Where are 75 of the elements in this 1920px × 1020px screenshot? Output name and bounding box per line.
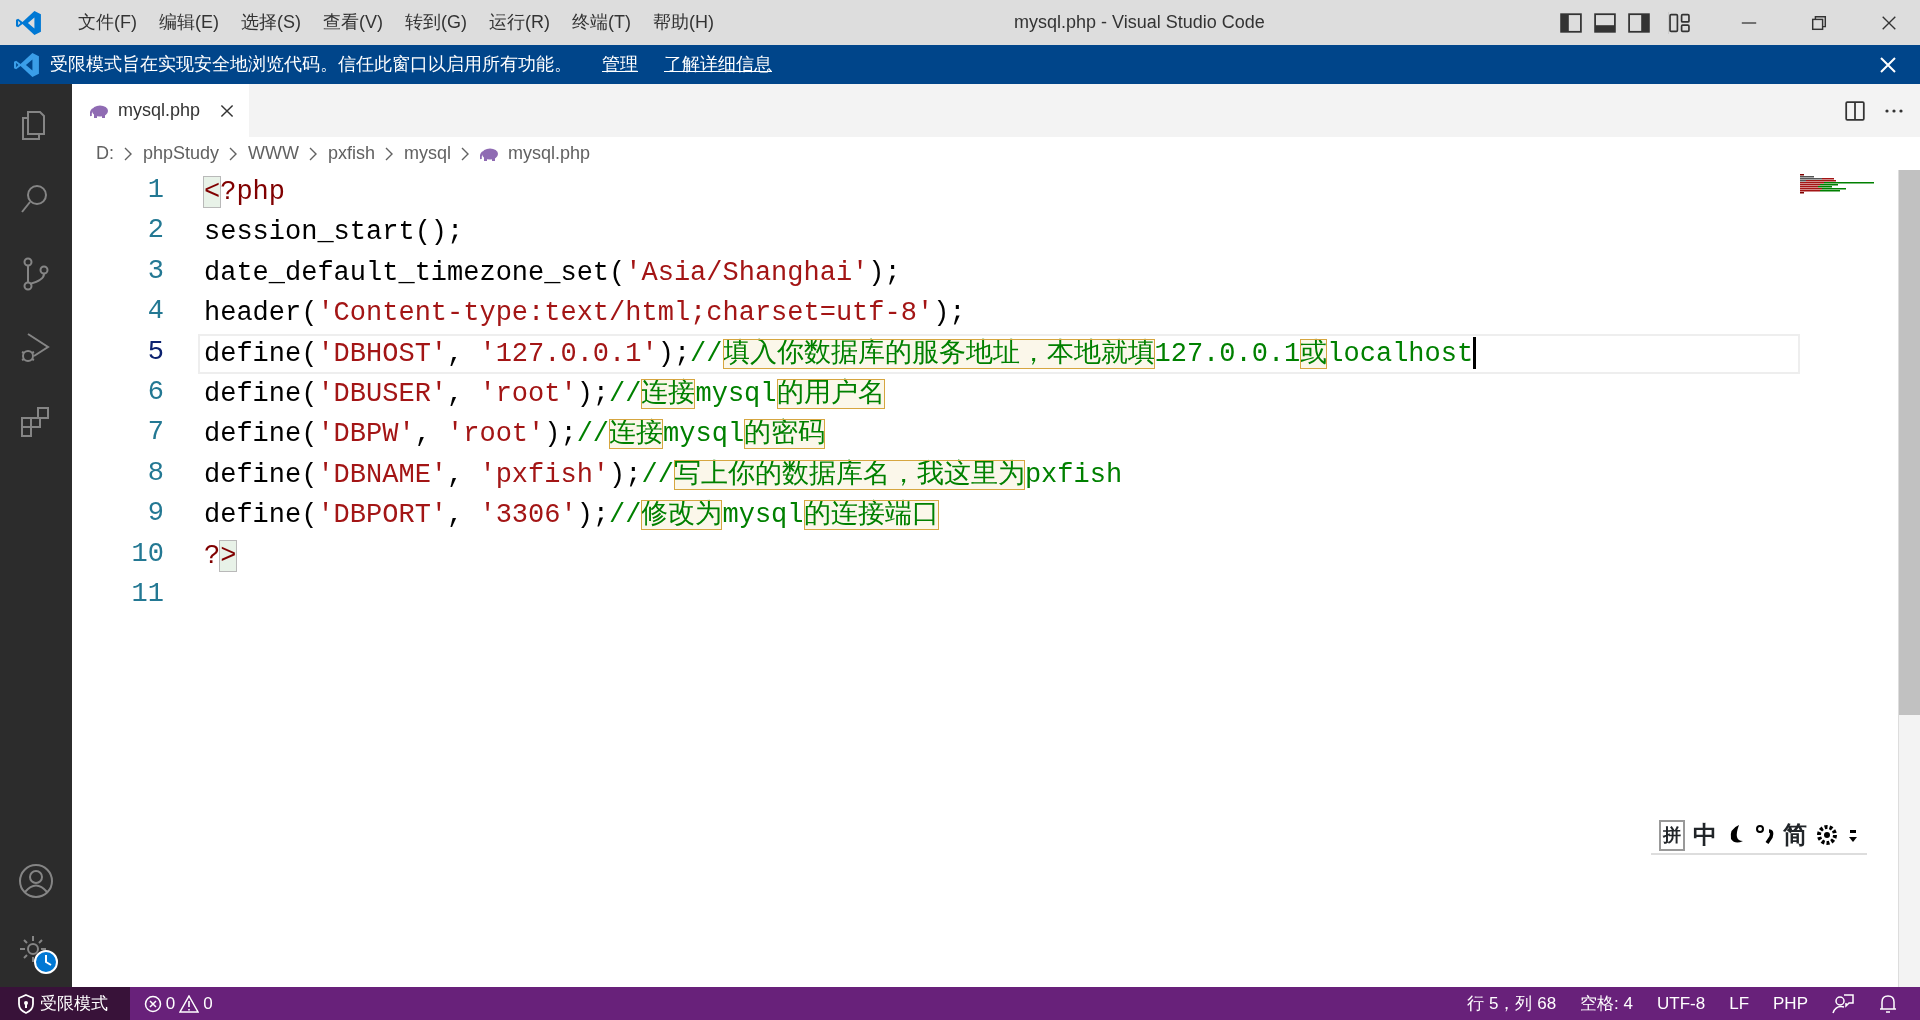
end-of-line[interactable]: LF: [1729, 990, 1750, 1017]
punctuation-icon[interactable]: [1755, 823, 1775, 847]
menu-item[interactable]: 编辑(E): [148, 9, 230, 36]
settings-icon[interactable]: [17, 933, 61, 977]
code-line: header('Content-type:text/html;charset=utf-8');: [203, 297, 967, 331]
line-number: 6: [146, 375, 164, 409]
error-icon: [143, 994, 162, 1013]
code-line: define('DBNAME', 'pxfish');//写上你的数据库名，我这里为pxfish: [203, 458, 1124, 492]
settings-icon[interactable]: [1815, 823, 1839, 847]
ime-charset[interactable]: 简: [1783, 817, 1807, 853]
line-number: 4: [146, 295, 164, 329]
line-number: 7: [146, 416, 164, 450]
banner-message: 受限模式旨在实现安全地浏览代码。信任此窗口以启用所有功能。: [50, 53, 572, 76]
menu-item[interactable]: 选择(S): [230, 9, 312, 36]
chevron-right-icon: [124, 146, 133, 161]
code-line: define('DBUSER', 'root');//连接mysql的用户名: [203, 377, 886, 411]
problems-indicator[interactable]: 0 0: [143, 990, 213, 1017]
account-icon[interactable]: [18, 863, 54, 899]
language-mode[interactable]: PHP: [1773, 990, 1808, 1017]
menu-item[interactable]: 查看(V): [312, 9, 394, 36]
customize-layout-icon[interactable]: [1668, 11, 1690, 34]
code-line: <?php: [203, 176, 286, 209]
chevron-right-icon: [385, 146, 395, 161]
menu-item[interactable]: 转到(G): [394, 9, 478, 36]
banner-link[interactable]: 管理: [602, 51, 638, 78]
toggle-panel-icon[interactable]: [1594, 11, 1616, 34]
restricted-mode-indicator[interactable]: 受限模式: [0, 987, 130, 1020]
menu-item[interactable]: 运行(R): [478, 9, 561, 36]
breadcrumb-item[interactable]: WWW: [248, 140, 300, 167]
restore-icon[interactable]: [1810, 13, 1828, 32]
line-number: 9: [146, 497, 164, 531]
line-number: 8: [146, 456, 164, 490]
line-number: 11: [130, 577, 164, 611]
more-actions-icon[interactable]: [1884, 107, 1904, 114]
line-number: 2: [146, 214, 164, 248]
toggle-secondary-sidebar-icon[interactable]: [1628, 11, 1650, 34]
line-number: 3: [146, 254, 164, 288]
menu-item[interactable]: 终端(T): [561, 9, 642, 36]
notifications-bell-icon[interactable]: [1878, 992, 1898, 1015]
breadcrumb-item[interactable]: mysql: [404, 140, 452, 167]
vscode-logo-icon: [14, 51, 40, 78]
breadcrumb-item[interactable]: mysql.php: [508, 140, 591, 167]
banner-link[interactable]: 了解详细信息: [664, 51, 772, 78]
line-number: 1: [146, 174, 164, 207]
chevron-right-icon: [309, 146, 319, 161]
feedback-icon[interactable]: [1832, 992, 1854, 1015]
close-icon[interactable]: [219, 102, 235, 119]
line-number: 5: [146, 335, 164, 369]
breadcrumb-item[interactable]: phpStudy: [143, 140, 220, 167]
vscode-logo-icon: [16, 9, 42, 36]
menu-item[interactable]: 帮助(H): [641, 9, 725, 36]
code-line: ?>: [203, 539, 238, 573]
toggle-primary-sidebar-icon[interactable]: [1560, 11, 1582, 34]
code-line: date_default_timezone_set('Asia/Shanghai');: [203, 256, 902, 290]
breadcrumb-item[interactable]: pxfish: [328, 140, 376, 167]
line-number: 10: [130, 537, 164, 571]
code-line: define('DBPW', 'root');//连接mysql的密码: [203, 417, 827, 452]
breadcrumb-item[interactable]: D:: [96, 140, 114, 167]
menu-item[interactable]: 文件(F): [67, 9, 148, 36]
close-icon[interactable]: [1878, 54, 1898, 75]
warning-icon: [179, 994, 200, 1013]
chevron-right-icon: [461, 146, 471, 161]
indentation[interactable]: 空格: 4: [1580, 990, 1633, 1017]
chevron-right-icon: [229, 146, 239, 161]
editor-tab[interactable]: mysql.php: [72, 84, 249, 137]
split-editor-icon[interactable]: [1844, 99, 1866, 122]
ime-mode[interactable]: 拼: [1659, 819, 1685, 851]
shield-icon: [17, 993, 35, 1014]
code-line: define('DBPORT', '3306');//修改为mysql的连接端口: [203, 498, 940, 533]
window-title: mysql.php - Visual Studio Code: [1014, 11, 1265, 34]
cursor-position[interactable]: 行 5，列 68: [1467, 990, 1557, 1017]
encoding[interactable]: UTF-8: [1657, 990, 1706, 1017]
scrollbar-thumb[interactable]: [1899, 170, 1920, 715]
ime-language[interactable]: 中: [1693, 817, 1717, 853]
code-line: session_start();: [203, 216, 465, 250]
